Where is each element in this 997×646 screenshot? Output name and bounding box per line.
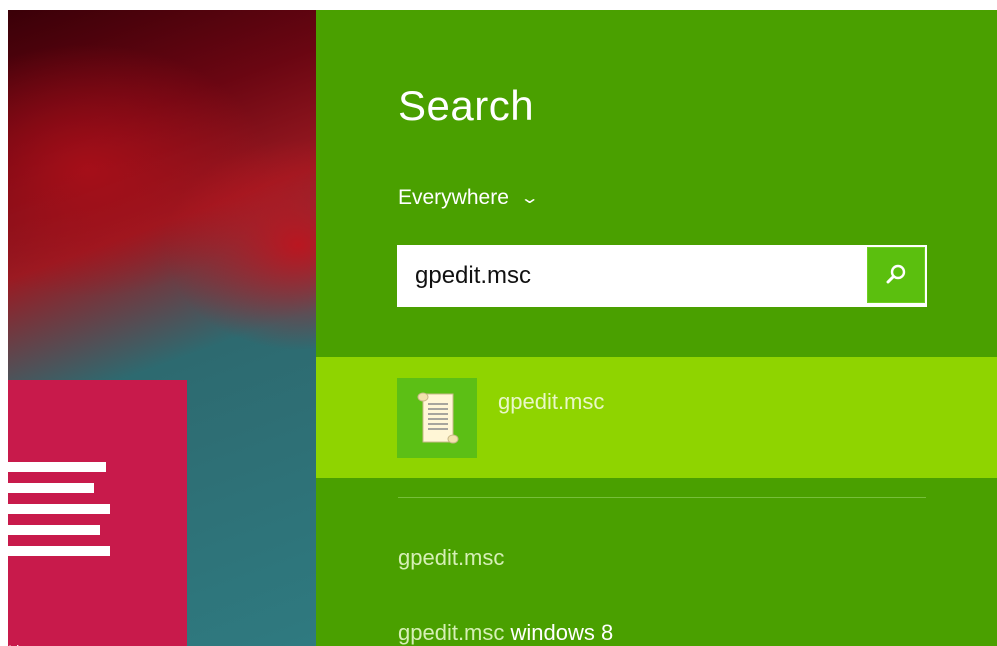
start-tile[interactable] — [8, 380, 187, 646]
charm-title: Search — [398, 82, 535, 129]
search-input[interactable] — [397, 245, 867, 307]
search-scope-dropdown[interactable]: Everywhere ⌄ — [398, 186, 540, 210]
suggestion-query: gpedit.msc — [398, 545, 505, 570]
tile-label: List — [8, 638, 68, 646]
suggestion-extra: windows 8 — [504, 620, 614, 645]
suggestion-query: gpedit.msc — [398, 620, 505, 645]
search-charm: Search Everywhere ⌄ gpedit.msc gpedit.ms… — [316, 10, 997, 646]
chevron-down-icon: ⌄ — [519, 190, 540, 207]
search-suggestion[interactable]: gpedit.msc — [398, 545, 504, 571]
search-icon — [886, 264, 906, 284]
start-screen-background: List — [8, 10, 316, 646]
search-suggestion[interactable]: gpedit.msc windows 8 — [398, 620, 613, 646]
scroll-document-icon — [397, 378, 477, 458]
result-label: gpedit.msc — [498, 389, 605, 414]
search-button[interactable] — [867, 247, 925, 303]
divider — [398, 497, 926, 498]
search-box — [397, 245, 927, 307]
scope-label: Everywhere — [398, 186, 509, 209]
top-search-result[interactable]: gpedit.msc — [316, 357, 997, 478]
